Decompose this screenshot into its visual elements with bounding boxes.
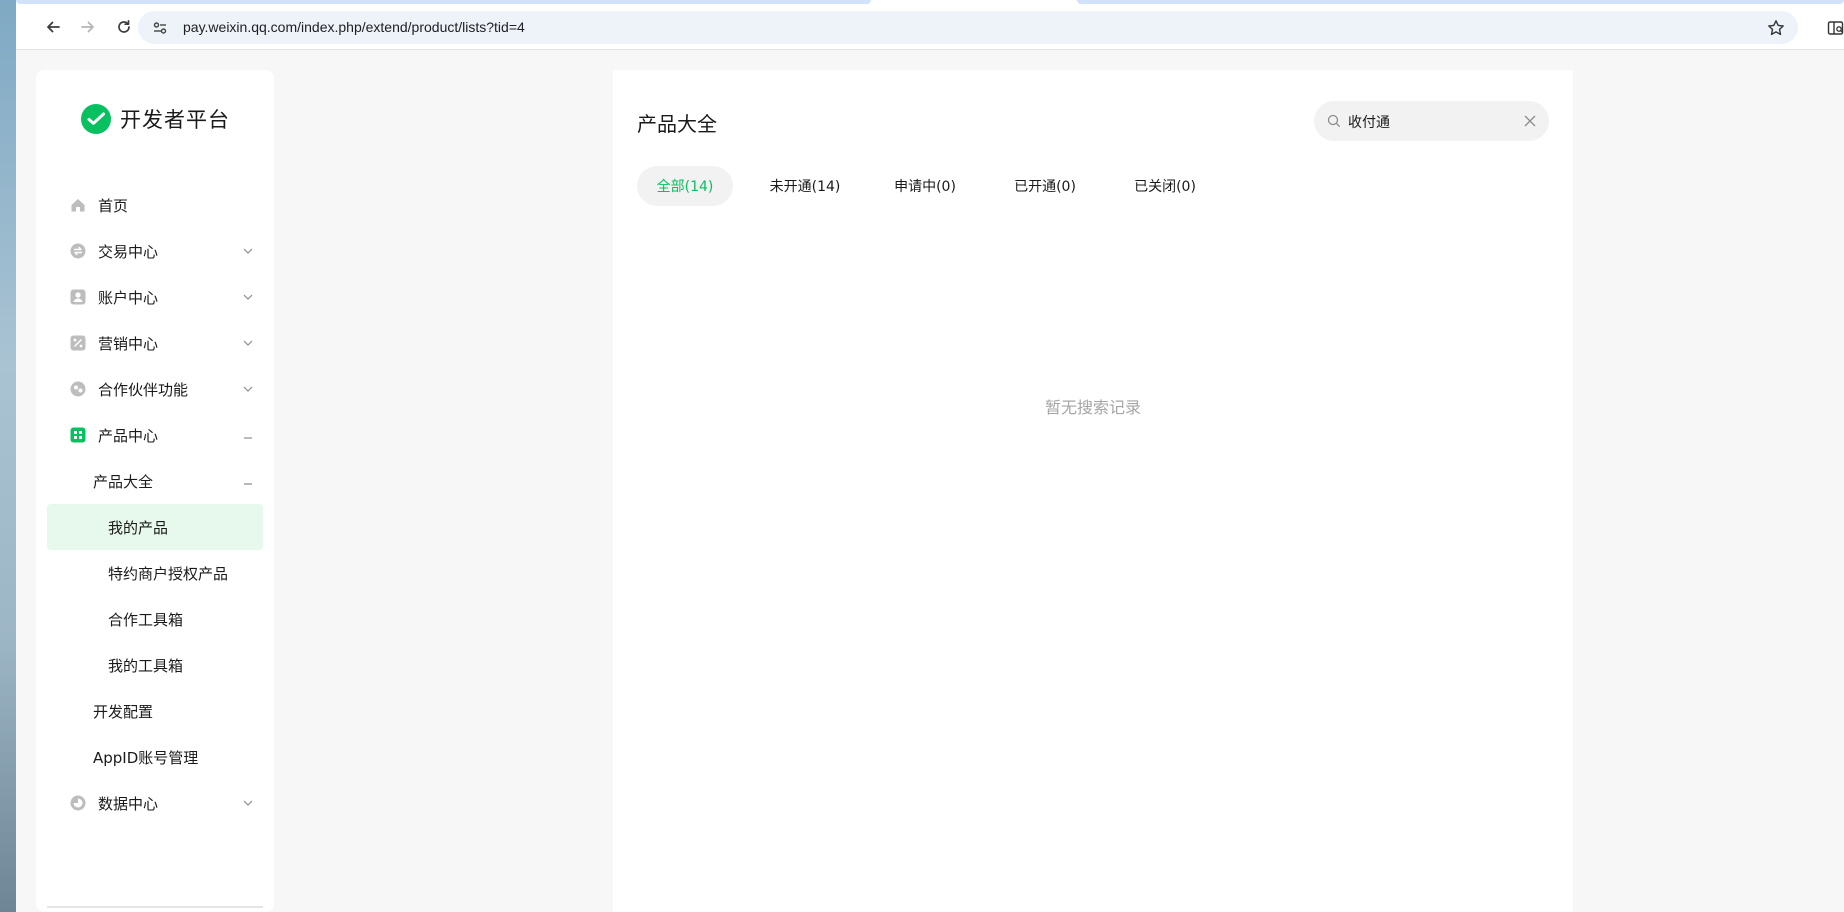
side-panel-icon[interactable] xyxy=(1824,16,1844,40)
sidebar-item-label: 合作伙伴功能 xyxy=(98,380,189,399)
sidebar-item-label: 交易中心 xyxy=(98,242,159,261)
divider xyxy=(47,906,263,908)
brand-name: 开发者平台 xyxy=(120,108,230,132)
sidebar-item-product-center[interactable]: 产品中心 xyxy=(47,412,263,458)
collapse-icon xyxy=(244,483,252,485)
arrow-right-icon xyxy=(81,21,94,33)
clear-icon[interactable] xyxy=(1523,114,1537,128)
sidebar-item-partner[interactable]: 合作伙伴功能 xyxy=(47,366,263,412)
sidebar-item-label: 数据中心 xyxy=(98,794,159,813)
desktop-background-strip xyxy=(0,0,16,912)
chevron-down-icon xyxy=(243,386,253,392)
account-icon xyxy=(69,289,86,306)
reload-icon xyxy=(118,19,130,33)
tab-applying[interactable]: 申请中(0) xyxy=(877,166,973,206)
sidebar-item-home[interactable]: 首页 xyxy=(47,182,263,228)
home-icon xyxy=(69,197,86,214)
sidebar-item-my-products[interactable]: 我的产品 xyxy=(47,504,263,550)
tab-closed[interactable]: 已关闭(0) xyxy=(1117,166,1213,206)
search-input[interactable] xyxy=(1348,112,1508,132)
chevron-down-icon xyxy=(243,800,253,806)
sidebar-item-label: 我的工具箱 xyxy=(108,656,184,675)
sidebar-item-label: 营销中心 xyxy=(98,334,159,353)
sidebar-item-marketing[interactable]: 营销中心 xyxy=(47,320,263,366)
sidebar-item-sub-merchant-products[interactable]: 特约商户授权产品 xyxy=(47,550,263,596)
tab-all[interactable]: 全部(14) xyxy=(637,166,733,206)
sidebar-item-transactions[interactable]: 交易中心 xyxy=(47,228,263,274)
sidebar-item-my-toolbox[interactable]: 我的工具箱 xyxy=(47,642,263,688)
tab-not-activated[interactable]: 未开通(14) xyxy=(753,166,857,206)
wechat-pay-logo-icon xyxy=(81,104,111,134)
sidebar-item-label: 账户中心 xyxy=(98,288,159,307)
chevron-down-icon xyxy=(243,294,253,300)
search-box[interactable] xyxy=(1314,101,1549,141)
sidebar-item-partner-toolbox[interactable]: 合作工具箱 xyxy=(47,596,263,642)
sidebar-item-label: 特约商户授权产品 xyxy=(108,564,229,583)
chevron-down-icon xyxy=(243,340,253,346)
forward-button[interactable] xyxy=(73,12,103,42)
empty-state-text: 暂无搜索记录 xyxy=(1044,398,1141,417)
search-icon xyxy=(1327,114,1340,127)
brand[interactable]: 开发者平台 xyxy=(80,103,230,135)
address-bar[interactable]: pay.weixin.qq.com/index.php/extend/produ… xyxy=(138,11,1798,44)
browser-toolbar: pay.weixin.qq.com/index.php/extend/produ… xyxy=(16,4,1844,50)
sidebar-item-label: 我的产品 xyxy=(108,518,169,537)
chevron-down-icon xyxy=(243,248,253,254)
sidebar-item-all-products[interactable]: 产品大全 xyxy=(47,458,263,504)
sidebar-item-dev-config[interactable]: 开发配置 xyxy=(47,688,263,734)
url-text[interactable]: pay.weixin.qq.com/index.php/extend/produ… xyxy=(183,19,525,35)
sidebar-item-label: 产品中心 xyxy=(98,426,159,445)
site-info-icon[interactable] xyxy=(150,18,170,38)
sidebar-item-appid-management[interactable]: AppID账号管理 xyxy=(47,734,263,780)
exchange-icon xyxy=(69,243,86,260)
page-title: 产品大全 xyxy=(637,112,717,136)
reload-button[interactable] xyxy=(109,12,139,42)
tab-activated[interactable]: 已开通(0) xyxy=(997,166,1093,206)
partner-icon xyxy=(69,381,86,398)
arrow-left-icon xyxy=(47,21,60,33)
sidebar-item-data-center[interactable]: 数据中心 xyxy=(47,780,263,826)
coupon-icon xyxy=(69,335,86,352)
sidebar-item-label: 首页 xyxy=(98,196,129,215)
back-button[interactable] xyxy=(38,12,68,42)
sidebar-item-label: 产品大全 xyxy=(93,472,154,491)
collapse-icon xyxy=(244,437,252,439)
bookmark-star-icon[interactable] xyxy=(1764,16,1788,40)
chart-pie-icon xyxy=(69,795,86,812)
sidebar-item-account[interactable]: 账户中心 xyxy=(47,274,263,320)
grid-icon xyxy=(69,427,86,444)
sidebar: 开发者平台 首页 交易中心 账户中心 营销中心 合作伙伴功能 产品中心 产品大全… xyxy=(36,70,274,912)
sidebar-item-label: 合作工具箱 xyxy=(108,610,184,629)
main-panel: 产品大全 全部(14) 未开通(14) 申请中(0) 已开通(0) 已关闭(0)… xyxy=(613,70,1573,912)
sidebar-item-label: 开发配置 xyxy=(93,702,154,721)
sidebar-item-label: AppID账号管理 xyxy=(93,748,199,767)
